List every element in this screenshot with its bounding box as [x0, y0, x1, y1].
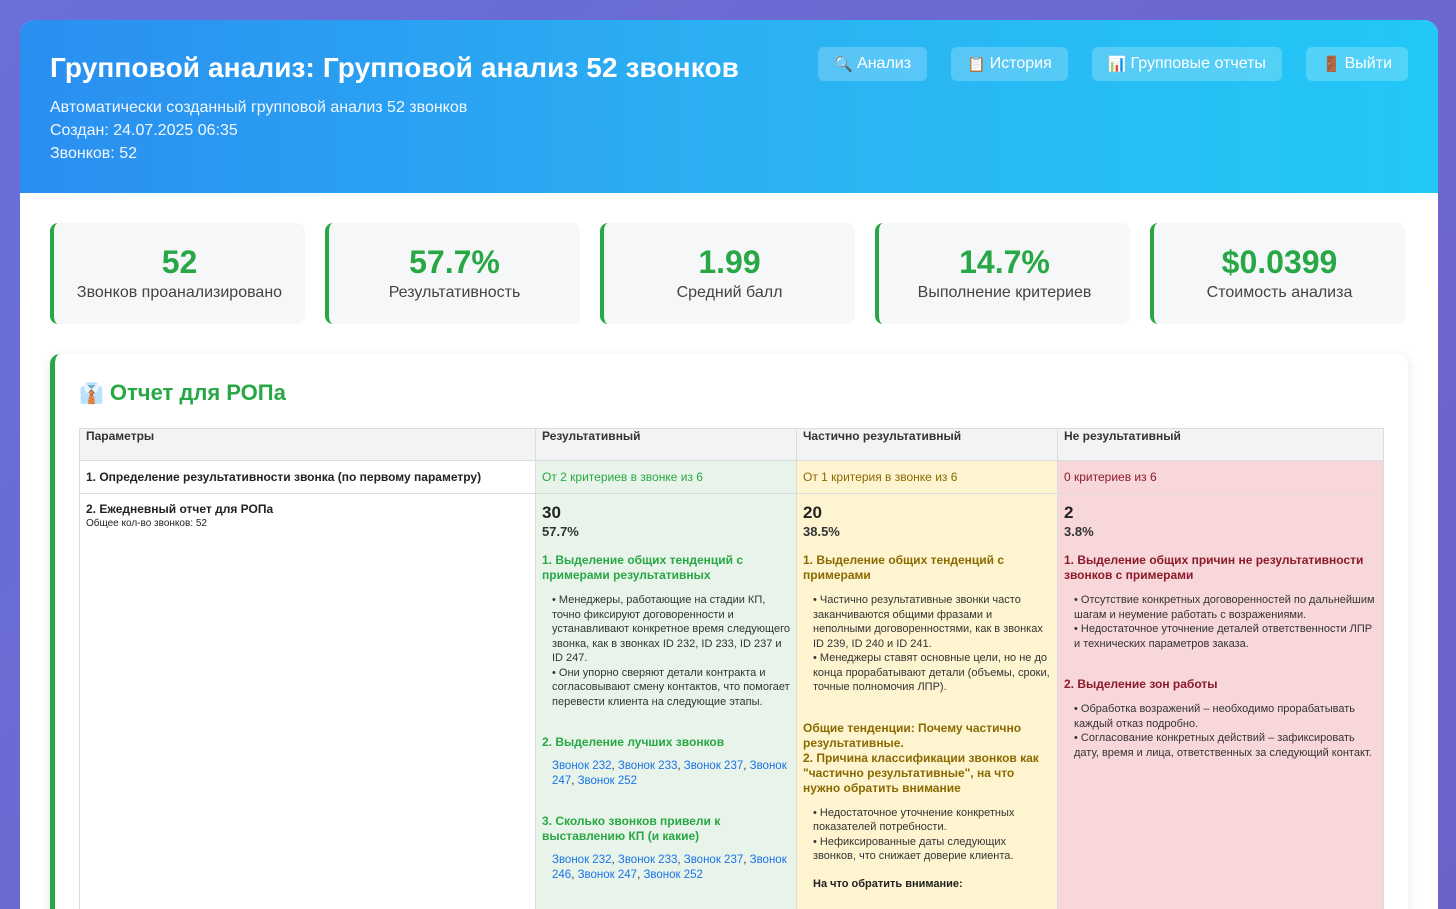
- partial-count: 20: [803, 503, 822, 522]
- report-title: 👔 Отчет для РОПа: [79, 380, 1383, 406]
- stat-card-criteria: 14.7% Выполнение критериев: [875, 223, 1130, 324]
- no-result-cell: 0 критериев из 6: [1057, 460, 1384, 494]
- magnifier-icon: 🔍: [834, 55, 854, 73]
- partial-percent: 38.5%: [803, 524, 840, 539]
- no-result-percent: 3.8%: [1064, 524, 1094, 539]
- call-link[interactable]: Звонок 252: [643, 869, 702, 881]
- created-date: Создан: 24.07.2025 06:35: [50, 122, 238, 139]
- stat-label: Выполнение критериев: [917, 284, 1092, 301]
- stat-label: Звонков проанализировано: [76, 284, 283, 301]
- necktie-icon: 👔: [79, 381, 104, 405]
- param-sublabel: Общее кол-во звонков: 52: [86, 518, 207, 529]
- bullet-list: Менеджеры, работающие на стадии КП, точн…: [542, 593, 790, 709]
- no-result-count: 2: [1064, 503, 1074, 522]
- list-item: Недостаточное уточнение конкретных показ…: [813, 806, 1051, 835]
- section-heading: 2. Причина классификации звонков как "ча…: [803, 750, 1039, 795]
- section-heading: 1. Выделение общих тенденций с примерами: [803, 553, 1005, 582]
- top-nav: 🔍 Анализ 📋 История 📊 Групповые отчеты 🚪 …: [818, 47, 1408, 81]
- app-window: Групповой анализ: Групповой анализ 52 зв…: [20, 20, 1438, 909]
- partial-cell: 20 38.5% 1. Выделение общих тенденций с …: [796, 493, 1058, 909]
- section-heading: 2. Выделение зон работы: [1064, 677, 1218, 691]
- table-row: 1. Определение результативности звонка (…: [79, 460, 1384, 494]
- stat-label: Стоимость анализа: [1206, 284, 1353, 301]
- list-item: Частично результативные звонки часто зак…: [813, 593, 1051, 651]
- call-link[interactable]: Звонок 232: [552, 854, 611, 866]
- list-item: Менеджеры ставят основные цели, но не до…: [813, 651, 1051, 695]
- list-item: Нефиксированные даты следующих звонков, …: [813, 835, 1051, 864]
- call-link[interactable]: Звонок 237: [684, 760, 743, 772]
- clipboard-icon: 📋: [967, 55, 986, 73]
- column-header: Не результативный: [1057, 428, 1384, 461]
- stat-value: 57.7%: [409, 244, 500, 280]
- stat-card-average-score: 1.99 Средний балл: [600, 223, 855, 324]
- no-result-cell: 2 3.8% 1. Выделение общих причин не резу…: [1057, 493, 1384, 909]
- stat-value: $0.0399: [1221, 244, 1338, 280]
- stat-value: 52: [161, 244, 198, 280]
- stat-card-effectiveness: 57.7% Результативность: [325, 223, 580, 324]
- rop-report-card: 👔 Отчет для РОПа Параметры Результативны…: [50, 354, 1408, 909]
- analysis-button-label: Анализ: [857, 55, 912, 72]
- result-cell: От 2 критериев в звонке из 6: [535, 460, 797, 494]
- param-label: 2. Ежедневный отчет для РОПа: [86, 502, 274, 516]
- logout-button[interactable]: 🚪 Выйти: [1305, 47, 1408, 81]
- call-link[interactable]: Звонок 252: [578, 775, 637, 787]
- section-heading: Общие тенденции: Почему частично результ…: [803, 720, 1022, 750]
- table-header-row: Параметры Результативный Частично резуль…: [79, 428, 1384, 461]
- calls-count: Звонков: 52: [50, 145, 137, 162]
- call-links: Звонок 232, Звонок 233, Звонок 237, Звон…: [552, 760, 787, 787]
- bar-chart-icon: 📊: [1107, 55, 1127, 73]
- door-icon: 🚪: [1321, 55, 1341, 73]
- header-meta: Автоматически созданный групповой анализ…: [50, 96, 1408, 165]
- call-link[interactable]: Звонок 233: [618, 760, 677, 772]
- list-item: Недостаточное уточнение деталей ответств…: [1074, 622, 1377, 651]
- stat-card-cost: $0.0399 Стоимость анализа: [1150, 223, 1405, 324]
- history-button-label: История: [989, 55, 1052, 72]
- list-item: Согласование конкретных действий – зафик…: [1074, 731, 1377, 760]
- param-cell: 2. Ежедневный отчет для РОПа Общее кол-в…: [79, 493, 536, 909]
- call-link[interactable]: Звонок 232: [552, 760, 611, 772]
- list-item: Обработка возражений – необходимо прораб…: [1074, 702, 1377, 731]
- analysis-button[interactable]: 🔍 Анализ: [818, 47, 928, 81]
- table-row: 2. Ежедневный отчет для РОПа Общее кол-в…: [79, 493, 1384, 909]
- group-reports-button-label: Групповые отчеты: [1130, 55, 1266, 72]
- column-header: Результативный: [535, 428, 797, 461]
- bullet-list: Отсутствие конкретных договоренностей по…: [1064, 593, 1377, 651]
- column-header: Частично результативный: [796, 428, 1058, 461]
- section-heading: 1. Выделение общих тенденций с примерами…: [542, 553, 744, 582]
- stat-label: Результативность: [388, 284, 521, 301]
- call-links: Звонок 232, Звонок 233, Звонок 237, Звон…: [552, 854, 787, 881]
- bullet-list: Обработка возражений – необходимо прораб…: [1064, 702, 1377, 760]
- list-item: Они упорно сверяют детали контракта и со…: [552, 666, 790, 710]
- list-item: Менеджеры, работающие на стадии КП, точн…: [552, 593, 790, 666]
- group-reports-button[interactable]: 📊 Групповые отчеты: [1091, 47, 1282, 81]
- stat-value: 1.99: [698, 244, 761, 280]
- call-link[interactable]: Звонок 233: [618, 854, 677, 866]
- section-heading: 2. Выделение лучших звонков: [542, 735, 725, 749]
- result-cell: 30 57.7% 1. Выделение общих тенденций с …: [535, 493, 797, 909]
- report-title-text: Отчет для РОПа: [109, 380, 286, 405]
- bullet-list: Частично результативные звонки часто зак…: [803, 593, 1051, 695]
- bullet-list: Недостаточное уточнение конкретных показ…: [803, 806, 1051, 864]
- report-table: Параметры Результативный Частично резуль…: [79, 428, 1384, 909]
- section-heading: 3. Сколько звонков привели к выставлению…: [542, 814, 721, 843]
- param-cell: 1. Определение результативности звонка (…: [79, 460, 536, 494]
- result-count: 30: [542, 503, 561, 522]
- call-link[interactable]: Звонок 247: [578, 869, 637, 881]
- stat-label: Средний балл: [676, 284, 783, 301]
- column-header: Параметры: [79, 428, 536, 461]
- section-heading: 1. Выделение общих причин не результатив…: [1064, 553, 1364, 582]
- list-item: Отсутствие конкретных договоренностей по…: [1074, 593, 1377, 622]
- history-button[interactable]: 📋 История: [951, 47, 1068, 81]
- stat-value: 14.7%: [959, 244, 1050, 280]
- logout-button-label: Выйти: [1344, 55, 1392, 72]
- call-link[interactable]: Звонок 237: [684, 854, 743, 866]
- result-percent: 57.7%: [542, 524, 579, 539]
- param-label: 1. Определение результативности звонка (…: [86, 470, 482, 484]
- attention-heading: На что обратить внимание:: [813, 877, 963, 890]
- analysis-description: Автоматически созданный групповой анализ…: [50, 99, 468, 116]
- stat-card-calls: 52 Звонков проанализировано: [50, 223, 305, 324]
- page-header: Групповой анализ: Групповой анализ 52 зв…: [20, 20, 1438, 193]
- partial-cell: От 1 критерия в звонке из 6: [796, 460, 1058, 494]
- stats-row: 52 Звонков проанализировано 57.7% Резуль…: [20, 223, 1438, 324]
